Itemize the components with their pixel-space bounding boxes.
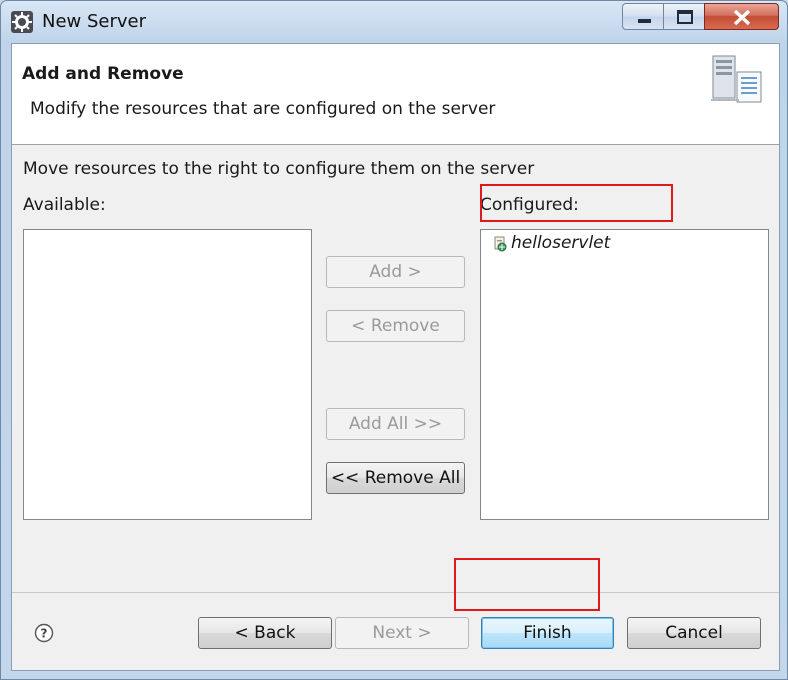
- instruction-text: Move resources to the right to configure…: [23, 159, 535, 179]
- highlight-box-configured-item: [480, 184, 673, 222]
- footer-separator: [12, 592, 779, 593]
- new-server-window: New Server Add and Remove Modify the res…: [0, 0, 788, 680]
- configured-item-label: helloservlet: [511, 233, 611, 253]
- available-label: Available:: [23, 195, 106, 215]
- page-title: Add and Remove: [22, 64, 184, 84]
- next-button[interactable]: Next >: [335, 617, 469, 649]
- minimize-button[interactable]: [622, 3, 664, 30]
- title-bar[interactable]: New Server: [1, 1, 787, 43]
- remove-button[interactable]: < Remove: [326, 310, 465, 342]
- eclipse-app-icon: [11, 11, 33, 33]
- remove-all-button[interactable]: << Remove All: [326, 462, 465, 494]
- help-icon[interactable]: ?: [34, 623, 54, 643]
- web-module-icon: [494, 236, 507, 252]
- help-icon-glyph: ?: [41, 627, 48, 641]
- close-icon: [733, 9, 751, 26]
- add-button[interactable]: Add >: [326, 256, 465, 288]
- highlight-box-finish: [454, 558, 600, 611]
- available-list[interactable]: [23, 229, 312, 520]
- window-title: New Server: [42, 11, 147, 32]
- minimize-icon: [638, 19, 651, 23]
- configured-list[interactable]: helloservlet: [480, 229, 769, 520]
- cancel-button[interactable]: Cancel: [627, 617, 761, 649]
- back-button[interactable]: < Back: [198, 617, 332, 649]
- server-wizard-icon: [711, 55, 762, 103]
- maximize-button[interactable]: [663, 3, 705, 30]
- finish-button[interactable]: Finish: [481, 617, 614, 649]
- maximize-icon: [677, 10, 693, 24]
- page-description: Modify the resources that are configured…: [30, 99, 496, 119]
- wizard-header: Add and Remove Modify the resources that…: [12, 44, 779, 145]
- add-all-button[interactable]: Add All >>: [326, 408, 465, 440]
- dialog-client-area: Add and Remove Modify the resources that…: [11, 43, 780, 671]
- configured-item-helloservlet[interactable]: helloservlet: [494, 233, 611, 255]
- close-button[interactable]: [704, 3, 779, 30]
